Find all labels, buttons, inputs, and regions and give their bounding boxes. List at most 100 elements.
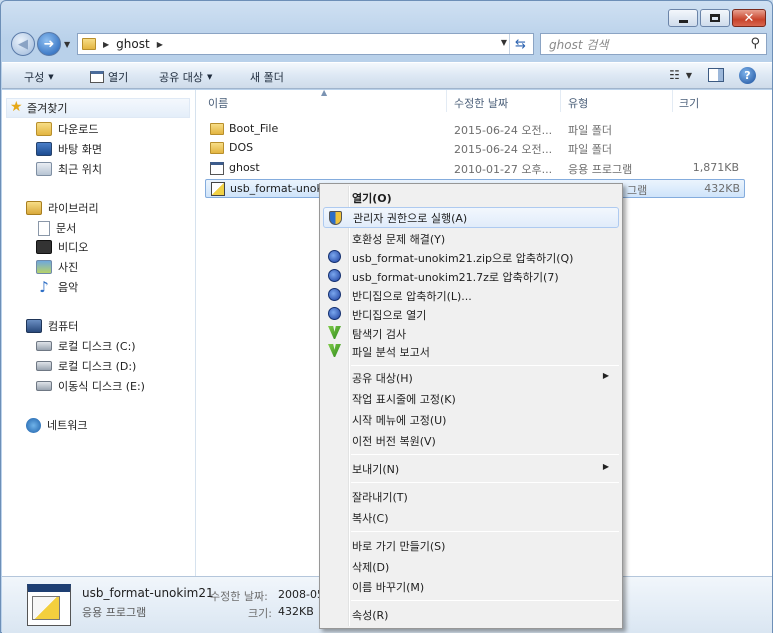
nav-network[interactable]: 네트워크 bbox=[26, 417, 87, 433]
share-button[interactable]: 공유 대상 ▼ bbox=[159, 69, 212, 85]
back-button[interactable]: ◀ bbox=[11, 32, 35, 56]
file-date: 2015-06-24 오전... bbox=[454, 143, 553, 156]
menu-item-zip-compress[interactable]: usb_format-unokim21.zip으로 압축하기(Q) bbox=[323, 247, 619, 268]
nav-drive-d[interactable]: 로컬 디스크 (D:) bbox=[36, 358, 136, 374]
column-header-size[interactable]: 크기 bbox=[679, 95, 699, 111]
nav-music[interactable]: ♪ 음악 bbox=[36, 278, 78, 296]
search-icon[interactable]: ⚲ bbox=[750, 36, 760, 51]
nav-pictures[interactable]: 사진 bbox=[36, 259, 78, 275]
menu-label: usb_format-unokim21.zip으로 압축하기(Q) bbox=[352, 251, 574, 265]
nav-computer[interactable]: 컴퓨터 bbox=[26, 318, 78, 334]
menu-item-create-shortcut[interactable]: 바로 가기 만들기(S) bbox=[323, 535, 619, 556]
document-icon bbox=[38, 220, 50, 236]
nav-documents[interactable]: 문서 bbox=[38, 220, 76, 236]
back-arrow-icon: ◀ bbox=[18, 36, 28, 52]
menu-item-7z-compress[interactable]: usb_format-unokim21.7z로 압축하기(7) bbox=[323, 266, 619, 287]
nav-label: 최근 위치 bbox=[58, 163, 102, 176]
nav-downloads[interactable]: 다운로드 bbox=[36, 121, 98, 137]
menu-item-bandizip-compress[interactable]: 반디집으로 압축하기(L)... bbox=[323, 285, 619, 306]
menu-item-run-as-admin[interactable]: 관리자 권한으로 실행(A) bbox=[323, 207, 619, 228]
menu-item-send-to[interactable]: 보내기(N) ▶ bbox=[323, 458, 619, 479]
menu-item-rename[interactable]: 이름 바꾸기(M) bbox=[323, 576, 619, 597]
search-input[interactable]: ghost 검색 ⚲ bbox=[540, 33, 767, 55]
nav-buttons: ◀ ➜ ▼ bbox=[11, 32, 70, 56]
file-row[interactable]: Boot_File 2015-06-24 오전... 파일 폴더 bbox=[205, 120, 745, 139]
caption-buttons: ✕ bbox=[668, 9, 766, 27]
bandizip-icon bbox=[328, 307, 341, 320]
view-options-button[interactable]: ☷ ▼ bbox=[669, 68, 692, 82]
menu-item-pin-taskbar[interactable]: 작업 표시줄에 고정(K) bbox=[323, 388, 619, 409]
details-size-label: 크기: bbox=[248, 607, 272, 620]
nav-desktop[interactable]: 바탕 화면 bbox=[36, 141, 102, 157]
new-folder-button[interactable]: 새 폴더 bbox=[250, 69, 284, 85]
nav-drive-e[interactable]: 이동식 디스크 (E:) bbox=[36, 378, 145, 394]
search-placeholder: ghost 검색 bbox=[549, 37, 609, 52]
nav-label: 네트워크 bbox=[47, 419, 88, 432]
menu-item-open[interactable]: 열기(O) bbox=[323, 187, 619, 208]
column-header-type[interactable]: 유형 bbox=[568, 95, 588, 111]
menu-item-cut[interactable]: 잘라내기(T) bbox=[323, 486, 619, 507]
menu-item-restore-versions[interactable]: 이전 버전 복원(V) bbox=[323, 430, 619, 451]
address-bar[interactable]: ▶ ghost ▶ ▼ ⇆ bbox=[77, 33, 534, 55]
menu-item-delete[interactable]: 삭제(D) bbox=[323, 556, 619, 577]
view-icon: ☷ bbox=[669, 68, 680, 82]
chevron-down-icon: ▼ bbox=[48, 73, 54, 81]
command-bar: 구성 ▼ 열기 공유 대상 ▼ 새 폴더 ☷ ▼ ? bbox=[2, 62, 772, 89]
column-header-name[interactable]: 이름 bbox=[208, 95, 228, 111]
nav-label: 비디오 bbox=[58, 241, 89, 254]
nav-label: 라이브러리 bbox=[48, 202, 99, 215]
menu-separator bbox=[351, 482, 619, 483]
menu-label: 반디집으로 압축하기(L)... bbox=[352, 289, 472, 303]
nav-videos[interactable]: 비디오 bbox=[36, 239, 88, 255]
breadcrumb-separator-icon[interactable]: ▶ bbox=[157, 40, 163, 49]
computer-icon bbox=[26, 319, 42, 333]
column-header-date[interactable]: 수정한 날짜 bbox=[454, 95, 508, 111]
column-divider[interactable] bbox=[560, 90, 561, 112]
menu-item-file-analysis[interactable]: 파일 분석 보고서 bbox=[323, 341, 619, 362]
help-button[interactable]: ? bbox=[739, 67, 756, 84]
organize-button[interactable]: 구성 ▼ bbox=[24, 69, 54, 85]
file-row[interactable]: DOS 2015-06-24 오전... 파일 폴더 bbox=[205, 139, 745, 158]
address-dropdown-icon[interactable]: ▼ bbox=[501, 38, 507, 47]
file-date: 2015-06-24 오전... bbox=[454, 124, 553, 137]
new-folder-label: 새 폴더 bbox=[250, 71, 284, 84]
application-icon bbox=[211, 182, 225, 196]
preview-pane-button[interactable] bbox=[708, 68, 724, 82]
desktop-icon bbox=[36, 142, 52, 156]
context-menu: 열기(O) 관리자 권한으로 실행(A) 호환성 문제 해결(Y) usb_fo… bbox=[319, 183, 623, 629]
menu-label: 열기(O) bbox=[352, 191, 392, 205]
menu-label: usb_format-unokim21.7z로 압축하기(7) bbox=[352, 270, 559, 284]
breadcrumb-ghost[interactable]: ghost bbox=[116, 37, 150, 51]
forward-button[interactable]: ➜ bbox=[37, 32, 61, 56]
column-divider[interactable] bbox=[672, 90, 673, 112]
nav-recent[interactable]: 최근 위치 bbox=[36, 161, 102, 177]
menu-item-troubleshoot-compat[interactable]: 호환성 문제 해결(Y) bbox=[323, 228, 619, 249]
menu-separator bbox=[351, 454, 619, 455]
nav-libraries[interactable]: 라이브러리 bbox=[26, 200, 99, 216]
menu-separator bbox=[351, 365, 619, 366]
menu-item-copy[interactable]: 복사(C) bbox=[323, 507, 619, 528]
menu-label: 공유 대상(H) bbox=[352, 371, 413, 385]
file-name: Boot_File bbox=[229, 122, 279, 135]
open-button[interactable]: 열기 bbox=[90, 69, 128, 85]
menu-item-properties[interactable]: 속성(R) bbox=[323, 604, 619, 625]
menu-item-pin-start[interactable]: 시작 메뉴에 고정(U) bbox=[323, 409, 619, 430]
nav-drive-c[interactable]: 로컬 디스크 (C:) bbox=[36, 338, 136, 354]
menu-separator bbox=[351, 531, 619, 532]
minimize-button[interactable] bbox=[668, 9, 698, 27]
refresh-button[interactable]: ⇆ bbox=[509, 34, 531, 54]
video-icon bbox=[36, 240, 52, 254]
menu-item-share-with[interactable]: 공유 대상(H) ▶ bbox=[323, 367, 619, 388]
details-size-value: 432KB bbox=[278, 605, 314, 618]
file-type: 응용 프로그램 bbox=[568, 163, 633, 176]
recent-pages-dropdown[interactable]: ▼ bbox=[64, 40, 70, 49]
submenu-arrow-icon: ▶ bbox=[602, 371, 609, 380]
breadcrumb-separator-icon[interactable]: ▶ bbox=[103, 40, 109, 49]
nav-favorites[interactable]: ★ 즐겨찾기 bbox=[6, 98, 190, 118]
menu-item-bandizip-open[interactable]: 반디집으로 열기 bbox=[323, 304, 619, 325]
column-divider[interactable] bbox=[446, 90, 447, 112]
maximize-button[interactable] bbox=[700, 9, 730, 27]
downloads-folder-icon bbox=[36, 122, 52, 136]
close-button[interactable]: ✕ bbox=[732, 9, 766, 27]
file-row[interactable]: ghost 2010-01-27 오후... 응용 프로그램 1,871KB bbox=[205, 159, 745, 178]
